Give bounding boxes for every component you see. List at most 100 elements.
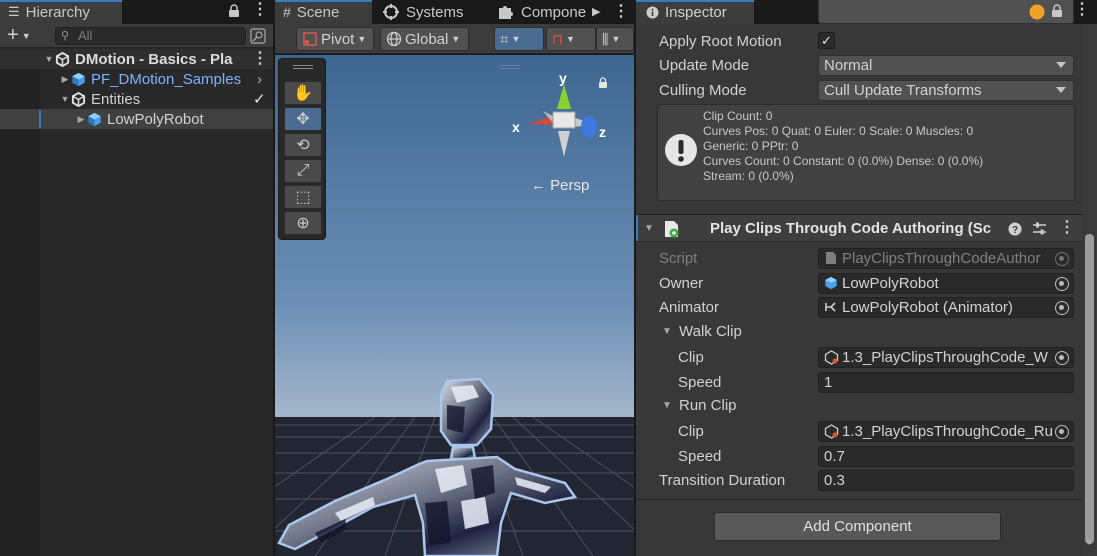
drag-handle[interactable]: [293, 65, 313, 69]
ruler-toggle[interactable]: ⫼ ▼: [596, 27, 634, 51]
expand-arrow-icon[interactable]: ▶: [59, 74, 71, 85]
chevron-down-icon: ▼: [565, 34, 575, 44]
help-icon[interactable]: ?: [1008, 222, 1022, 236]
component-header[interactable]: ▼ Play Clips Through Code Authoring (Sc …: [636, 214, 1082, 242]
inspector-scrollbar[interactable]: ▼: [1082, 24, 1097, 556]
more-options-icon[interactable]: ⋮: [252, 2, 268, 18]
script-label: Script: [659, 249, 698, 267]
search-input[interactable]: ⚲ All: [55, 27, 246, 45]
lock-icon[interactable]: [228, 4, 240, 18]
orientation-gizmo[interactable]: y x z: [507, 69, 613, 161]
scale-tool-button[interactable]: ⤢: [284, 159, 322, 183]
scrollbar-thumb[interactable]: [1085, 234, 1094, 544]
pivot-dropdown[interactable]: Pivot ▼: [296, 27, 374, 51]
animator-field[interactable]: LowPolyRobot (Animator): [818, 296, 1074, 318]
object-picker-icon[interactable]: [1055, 300, 1069, 315]
tree-item-scene[interactable]: ▼ DMotion - Basics - Pla ⋮: [0, 49, 273, 69]
apply-root-motion-checkbox[interactable]: ✓: [818, 32, 835, 49]
more-options-icon[interactable]: ⋮: [1074, 2, 1090, 18]
scene-toolbar: Pivot ▼ Global ▼ ⌗ ▼ ⊓ ▼ ⫼ ▼: [275, 24, 634, 54]
script-row: Script PlayClipsThroughCodeAuthor: [636, 247, 1076, 269]
foldout-arrow-icon[interactable]: ▼: [662, 400, 672, 411]
systems-tab-label: Systems: [406, 3, 464, 21]
run-speed-label: Speed: [678, 447, 722, 465]
chevron-down-icon: ▼: [21, 30, 31, 41]
foldout-arrow-icon[interactable]: ▼: [644, 223, 654, 234]
grid-snap-toggle[interactable]: ⌗ ▼: [494, 27, 544, 51]
tree-item-label: LowPolyRobot: [107, 110, 204, 128]
walk-speed-input[interactable]: 1: [818, 371, 1074, 393]
tree-item-prefab[interactable]: ▶ PF_DMotion_Samples ›: [0, 69, 273, 89]
robot-character[interactable]: [275, 373, 634, 556]
transition-duration-value: 0.3: [824, 471, 845, 489]
perspective-toggle[interactable]: ← Persp: [531, 177, 589, 194]
tab-hierarchy[interactable]: ☰ Hierarchy: [0, 0, 122, 24]
tab-components[interactable]: Compone: [489, 0, 601, 24]
more-options-icon[interactable]: ⋮: [1059, 220, 1075, 236]
persp-label: ← Persp: [531, 177, 590, 194]
rect-tool-button[interactable]: ⬚: [284, 185, 322, 209]
walk-clip-field[interactable]: 1.3_PlayClipsThroughCode_W: [818, 346, 1074, 368]
rotate-tool-button[interactable]: ⟲: [284, 133, 322, 157]
expand-arrow-icon[interactable]: ▼: [43, 54, 55, 64]
checkmark-icon[interactable]: ✓: [253, 90, 266, 108]
chevron-down-icon: ▼: [451, 34, 461, 44]
expand-arrow-icon[interactable]: ▶: [75, 114, 87, 125]
hierarchy-tabbar: ☰ Hierarchy ⋮: [0, 0, 273, 24]
run-clip-field[interactable]: 1.3_PlayClipsThroughCode_Ru: [818, 420, 1074, 442]
more-options-icon[interactable]: ⋮: [252, 51, 268, 67]
puzzle-icon: [499, 6, 513, 19]
search-filter-icon[interactable]: [250, 28, 266, 44]
more-options-icon[interactable]: ⋮: [613, 4, 629, 20]
tree-item-label: PF_DMotion_Samples: [91, 70, 242, 88]
scene-viewport[interactable]: ✋ ✥ ⟲ ⤢ ⬚ ⊕ y x z ← Persp: [275, 55, 634, 556]
more-tabs-icon[interactable]: ▶: [592, 5, 600, 18]
gizmo-y-label: y: [559, 70, 567, 86]
unity-editor: ☰ Hierarchy ⋮ + ▼ ⚲ All ▼ DMotion - Basi…: [0, 0, 1097, 556]
culling-mode-dropdown[interactable]: Cull Update Transforms: [818, 79, 1074, 101]
ruler-icon: ⫼: [602, 30, 609, 47]
script-file-icon: [826, 252, 836, 264]
lock-icon[interactable]: [1051, 4, 1063, 18]
walk-clip-foldout[interactable]: ▼ Walk Clip: [636, 320, 1076, 342]
tree-item-lowpolyrobot[interactable]: ▶ LowPolyRobot: [0, 109, 273, 129]
culling-mode-label: Culling Mode: [659, 81, 747, 99]
foldout-arrow-icon[interactable]: ▼: [662, 326, 672, 337]
animator-value: LowPolyRobot (Animator): [842, 298, 1013, 316]
run-clip-foldout[interactable]: ▼ Run Clip: [636, 394, 1076, 416]
walk-speed-value: 1: [824, 373, 833, 391]
run-speed-input[interactable]: 0.7: [818, 445, 1074, 467]
animation-clip-icon: [824, 349, 839, 365]
hierarchy-toolbar: + ▼ ⚲ All: [0, 24, 273, 48]
tab-scene[interactable]: # Scene: [275, 0, 372, 24]
create-button[interactable]: + ▼: [7, 25, 31, 46]
preset-icon[interactable]: [1032, 221, 1047, 236]
add-component-button[interactable]: Add Component: [714, 512, 1001, 541]
owner-field[interactable]: LowPolyRobot: [818, 272, 1074, 294]
object-picker-icon[interactable]: [1055, 350, 1069, 365]
chevron-right-icon[interactable]: ›: [257, 71, 262, 88]
checkmark-icon: ✓: [821, 32, 832, 48]
global-dropdown[interactable]: Global ▼: [380, 27, 469, 51]
object-picker-icon[interactable]: [1055, 276, 1069, 291]
hand-tool-button[interactable]: ✋: [284, 81, 322, 105]
transition-duration-input[interactable]: 0.3: [818, 469, 1074, 491]
tab-inspector[interactable]: Inspector: [636, 0, 754, 24]
search-icon: ⚲: [61, 30, 70, 42]
tree-item-subscene[interactable]: ▼ Entities ✓: [0, 89, 273, 109]
walk-clip-row: Clip 1.3_PlayClipsThroughCode_W: [636, 346, 1076, 368]
search-placeholder: All: [78, 28, 93, 43]
run-speed-row: Speed 0.7: [636, 445, 1076, 467]
object-picker-icon[interactable]: [1055, 424, 1069, 439]
expand-arrow-icon[interactable]: ▼: [59, 94, 71, 104]
transform-tool-button[interactable]: ⊕: [284, 211, 322, 235]
status-circle-icon[interactable]: [1029, 4, 1045, 20]
move-tool-button[interactable]: ✥: [284, 107, 322, 131]
prefab-cube-icon: [88, 112, 101, 126]
run-speed-value: 0.7: [824, 447, 845, 465]
update-mode-dropdown[interactable]: Normal: [818, 54, 1074, 76]
tab-systems[interactable]: Systems: [374, 0, 472, 24]
tool-palette: ✋ ✥ ⟲ ⤢ ⬚ ⊕: [278, 58, 326, 240]
increment-snap-toggle[interactable]: ⊓ ▼: [546, 27, 596, 51]
scroll-down-icon[interactable]: ▼: [1085, 538, 1093, 547]
